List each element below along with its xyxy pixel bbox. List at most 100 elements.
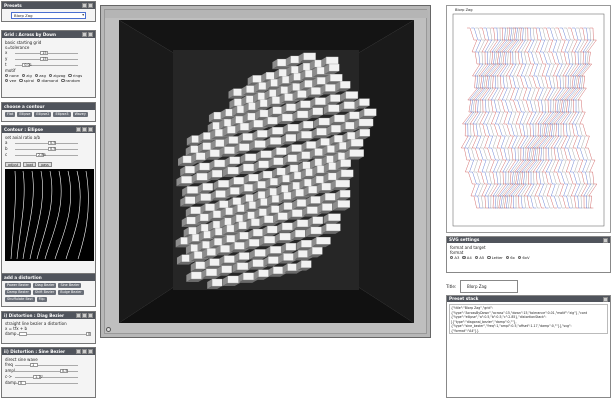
button[interactable]: pass — [38, 162, 52, 167]
diag-bezier-header[interactable]: i) Distortion : Diag Bezier — [2, 312, 95, 319]
collapse-icon[interactable] — [82, 3, 87, 8]
slider-handle[interactable]: 0.5 — [60, 368, 68, 374]
button[interactable]: Shuffulate Bezi — [5, 297, 35, 302]
slider-row: t 0.01 — [5, 62, 92, 68]
slider-handle[interactable]: 15 — [40, 56, 49, 62]
radio-option[interactable]: random — [61, 78, 80, 83]
radio-icon[interactable] — [61, 78, 65, 83]
svg-line-preview — [452, 13, 605, 227]
collapse-icon[interactable] — [603, 296, 608, 302]
presets-header[interactable]: Presets — [2, 2, 95, 9]
preset-stack-header[interactable]: Preset stack — [447, 296, 610, 302]
damp-slider-track[interactable] — [17, 333, 86, 335]
radio-icon[interactable] — [474, 255, 479, 260]
radio-label: random — [65, 78, 81, 83]
radio-icon[interactable] — [5, 73, 9, 78]
radio-option[interactable]: 6x — [505, 255, 515, 260]
chevron-down-icon: ▾ — [82, 13, 84, 17]
radio-option[interactable]: A5 — [474, 255, 484, 260]
preview-title: Blorp Zag — [455, 8, 473, 12]
grid-header[interactable]: Grid : Across by Down — [2, 31, 95, 38]
sine-bezier-header[interactable]: ii) Distortion : Sine Bezier — [2, 348, 95, 355]
button[interactable]: Ellipse2 — [34, 112, 52, 117]
slider-track[interactable] — [15, 370, 78, 372]
damp-value-box[interactable]: 0 — [86, 331, 91, 337]
distortion-header[interactable]: add a distortion — [2, 274, 95, 281]
preset-select[interactable]: Blorp Zag ▾ — [11, 12, 86, 19]
title-input[interactable]: Blorp Zag — [460, 280, 518, 293]
close-icon[interactable] — [88, 3, 93, 8]
slider-track[interactable] — [15, 142, 78, 144]
button[interactable]: Diag Bezier — [32, 283, 57, 288]
radio-option[interactable]: diamond — [37, 78, 58, 83]
button[interactable]: Ellipse3 — [53, 112, 71, 117]
radio-icon[interactable] — [19, 78, 23, 83]
slider-track[interactable] — [15, 148, 78, 150]
radio-icon[interactable] — [34, 73, 39, 78]
preset-stack-text[interactable]: {"title":"Blorp Zag","grid": {"type":"Acr… — [449, 304, 608, 334]
radio-icon[interactable] — [37, 78, 41, 83]
button[interactable]: Wavey — [72, 112, 88, 117]
button[interactable]: Sine Bezier — [58, 283, 82, 288]
radio-option[interactable]: Letter — [487, 255, 503, 260]
radio-option[interactable]: 6xV — [517, 255, 530, 260]
button[interactable]: Power Bezier — [5, 283, 31, 288]
minimize-icon[interactable] — [82, 349, 87, 354]
collapse-icon[interactable] — [82, 32, 87, 37]
contour-canvas[interactable] — [5, 169, 94, 261]
button[interactable]: load — [23, 162, 37, 167]
slider-handle[interactable]: 2.85 — [36, 152, 46, 158]
slider-handle[interactable]: 0 — [18, 380, 26, 386]
slider-track[interactable] — [15, 154, 78, 156]
slider-handle[interactable]: 0.01 — [22, 62, 32, 68]
preset-stack-panel: Preset stack {"title":"Blorp Zag","grid"… — [446, 295, 611, 398]
minimize-icon[interactable] — [82, 313, 87, 318]
minimize-icon[interactable] — [82, 127, 87, 132]
contour-header[interactable]: Contour : Ellipse — [2, 126, 95, 133]
close-icon[interactable] — [88, 127, 93, 132]
radio-option[interactable]: A4 — [462, 255, 472, 260]
resize-handle-icon[interactable] — [106, 327, 111, 332]
collapse-icon[interactable] — [603, 237, 608, 243]
button[interactable]: Flip — [36, 297, 47, 302]
radio-checked-icon[interactable] — [462, 255, 466, 260]
slider-handle[interactable]: 1.17 — [33, 374, 43, 380]
radio-icon[interactable] — [505, 255, 510, 260]
damp-slider-handle[interactable] — [19, 331, 27, 337]
collapse-icon[interactable] — [76, 127, 81, 132]
close-icon[interactable] — [88, 349, 93, 354]
slider-track[interactable] — [15, 376, 78, 378]
radio-checked-icon[interactable] — [21, 73, 26, 78]
close-icon[interactable] — [88, 32, 93, 37]
radio-icon[interactable] — [517, 255, 522, 260]
collapse-icon[interactable] — [76, 313, 81, 318]
choose-contour-header[interactable]: choose a contour — [2, 103, 95, 110]
button[interactable]: Bulge Bezier — [58, 290, 84, 295]
button[interactable]: Shift Bezier — [32, 290, 57, 295]
slider-track[interactable] — [15, 364, 78, 366]
slider-handle[interactable]: 15 — [40, 50, 49, 56]
button[interactable]: Damp Bezier — [5, 290, 31, 295]
damp-slider-row: damp 0 — [5, 331, 92, 337]
button[interactable]: Ellipse — [17, 112, 33, 117]
render-canvas[interactable] — [100, 5, 431, 338]
collapse-icon[interactable] — [76, 349, 81, 354]
radio-icon[interactable] — [48, 73, 53, 78]
radio-option[interactable]: A3 — [450, 255, 459, 260]
close-icon[interactable] — [88, 313, 93, 318]
render-view — [104, 9, 428, 334]
slider-handle[interactable]: 0.5 — [48, 140, 56, 146]
slider-handle[interactable]: 1 — [30, 362, 38, 368]
button[interactable]: Flat — [5, 112, 16, 117]
radio-option[interactable]: spiral — [19, 78, 34, 83]
button[interactable]: adjust — [5, 162, 22, 167]
radio-icon[interactable] — [68, 73, 72, 78]
radio-icon[interactable] — [450, 255, 454, 260]
radio-icon[interactable] — [487, 255, 491, 260]
svg-settings-header[interactable]: SVG settings — [447, 237, 610, 243]
radio-icon[interactable] — [5, 78, 9, 83]
slider-handle[interactable]: 0.5 — [48, 146, 56, 152]
choose-contour-title: choose a contour — [4, 104, 45, 109]
radio-option[interactable]: vee — [5, 78, 16, 83]
slider-label: t — [5, 62, 7, 67]
